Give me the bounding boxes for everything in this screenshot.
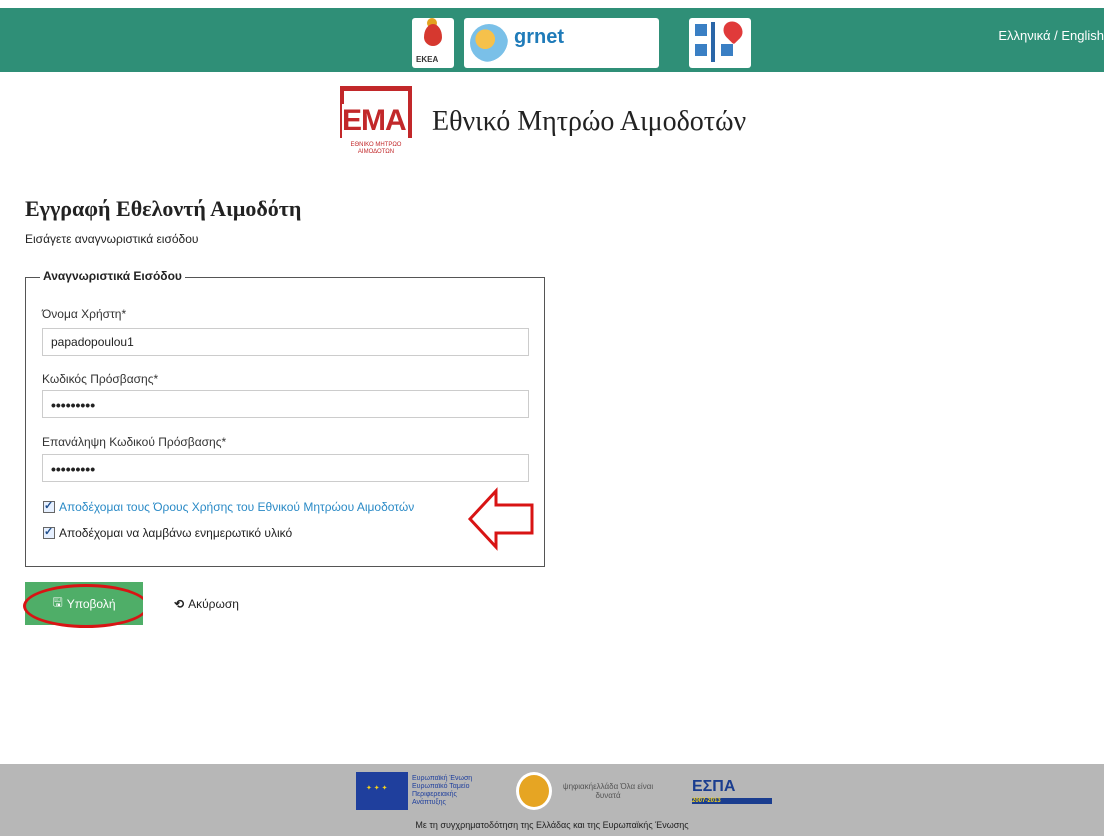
digital-greece-icon (516, 772, 552, 810)
ema-logo: ΕΜΑ ΕΘΝΙΚΟ ΜΗΤΡΩΟ ΑΙΜΟΔΟΤΩΝ (338, 86, 416, 160)
footer: Ευρωπαϊκή Ένωση Ευρωπαϊκό Ταμείο Περιφερ… (0, 764, 1104, 836)
language-switch-link[interactable]: Ελληνικά / English (998, 28, 1104, 43)
medical-logo (689, 17, 751, 68)
cancel-button-label: Ακύρωση (188, 596, 239, 611)
digital-greece-logo: ψηφιακήελλάδα Όλα είναι δυνατά (516, 772, 658, 810)
username-label: Όνομα Χρήστη* (42, 307, 127, 321)
cofunding-text: Με τη συγχρηματοδότηση της Ελλάδας και τ… (415, 820, 689, 830)
site-title: Εθνικό Μητρώο Αιμοδοτών (432, 106, 747, 137)
undo-icon: ⟲ (174, 596, 185, 611)
newsletter-checkbox-row[interactable]: Αποδέχομαι να λαμβάνω ενημερωτικό υλικό (43, 525, 293, 540)
cancel-button[interactable]: ⟲ Ακύρωση (143, 582, 270, 625)
grnet-logo: grnet (464, 18, 659, 68)
password-input[interactable]: ••••••••• (42, 390, 529, 418)
eu-flag-icon (356, 772, 408, 810)
footer-logos: Ευρωπαϊκή Ένωση Ευρωπαϊκό Ταμείο Περιφερ… (356, 772, 772, 810)
eu-logo: Ευρωπαϊκή Ένωση Ευρωπαϊκό Ταμείο Περιφερ… (356, 772, 482, 810)
newsletter-label: Αποδέχομαι να λαμβάνω ενημερωτικό υλικό (59, 526, 293, 540)
terms-checkbox-row[interactable]: Αποδέχομαι τους Όρους Χρήσης του Εθνικού… (43, 499, 414, 514)
username-input[interactable] (42, 328, 529, 356)
page-title: Εγγραφή Εθελοντή Αιμοδότη (25, 196, 302, 221)
ema-logo-word: ΕΜΑ (342, 104, 408, 138)
save-icon: 🖫 (52, 595, 63, 609)
terms-link[interactable]: Αποδέχομαι τους Όρους Χρήσης του Εθνικού… (59, 500, 414, 514)
eu-logo-text: Ευρωπαϊκή Ένωση Ευρωπαϊκό Ταμείο Περιφερ… (412, 775, 473, 806)
espa-logo: ΕΣΠΑ 2007-2013 (692, 778, 772, 804)
page-subtitle: Εισάγετε αναγνωριστικά εισόδου (25, 232, 199, 246)
submit-button-label: Υποβολή (66, 596, 116, 611)
submit-button[interactable]: 🖫 Υποβολή (25, 582, 143, 625)
fieldset-legend: Αναγνωριστικά Εισόδου (40, 269, 185, 283)
top-header-bar: ΕΚΕΑ grnet Ελληνικά / English (0, 8, 1104, 72)
ekea-logo-text: ΕΚΕΑ (416, 55, 439, 64)
terms-checkbox[interactable] (43, 499, 55, 513)
password-label: Κωδικός Πρόσβασης* (42, 372, 159, 386)
ekea-logo: ΕΚΕΑ (412, 18, 454, 68)
annotation-arrow-icon (467, 487, 534, 551)
ema-logo-subtext: ΕΘΝΙΚΟ ΜΗΤΡΩΟ ΑΙΜΟΔΟΤΩΝ (350, 142, 402, 155)
espa-logo-text: ΕΣΠΑ (692, 778, 736, 795)
grnet-logo-text: grnet (514, 26, 564, 48)
partner-logos: ΕΚΕΑ grnet (412, 17, 751, 68)
newsletter-checkbox[interactable] (43, 525, 55, 539)
password-repeat-input[interactable]: ••••••••• (42, 454, 529, 482)
espa-years: 2007-2013 (692, 798, 772, 804)
digital-greece-text: ψηφιακήελλάδα Όλα είναι δυνατά (562, 782, 654, 800)
password-repeat-label: Επανάληψη Κωδικού Πρόσβασης* (42, 435, 227, 449)
